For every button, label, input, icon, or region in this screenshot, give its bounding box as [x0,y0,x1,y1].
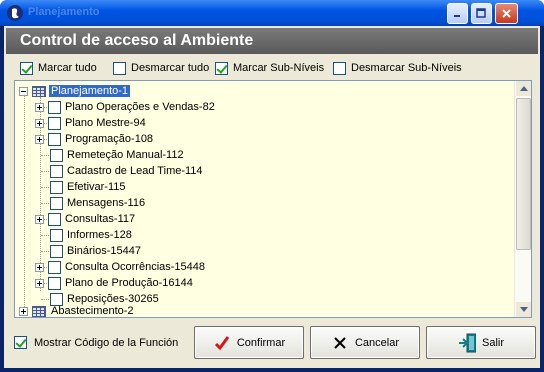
page-title: Control de acceso al Ambiente [20,32,254,49]
tree-node-label[interactable]: Plano de Produção-16144 [65,277,193,289]
expand-icon[interactable] [35,102,44,112]
app-icon [7,5,23,21]
cross-icon [331,334,349,352]
expand-icon[interactable] [19,306,28,316]
tree-node[interactable]: Programação-108 [35,131,153,147]
checkmark-icon [213,334,231,352]
show-code-option[interactable]: Mostrar Código de la Función [14,336,178,349]
mark-sub-label: Marcar Sub-Níveis [233,62,325,74]
scroll-thumb[interactable] [516,98,531,250]
title-bar[interactable]: Planejamento [0,0,544,26]
unmark-sub-option[interactable]: Desmarcar Sub-Níveis [333,60,462,76]
expand-icon[interactable] [35,134,44,144]
window-title: Planejamento [28,6,100,18]
tree-node[interactable]: Efetivar-115 [35,179,126,195]
tree-node-checkbox[interactable] [50,180,63,194]
tree-node-checkbox[interactable] [48,132,61,146]
tree-root-label[interactable]: Planejamento-1 [49,85,131,97]
maximize-button[interactable] [471,3,492,24]
tree-node-checkbox[interactable] [50,196,63,210]
close-button[interactable] [495,3,518,24]
exit-label: Salir [481,336,504,349]
mark-all-option[interactable]: Marcar tudo [20,60,97,76]
show-code-label: Mostrar Código de la Función [34,336,179,349]
tree-node[interactable]: Remeteção Manual-112 [35,147,184,163]
tree-node[interactable]: Consulta Ocorrências-15448 [35,259,205,275]
tree-node-label[interactable]: Cadastro de Lead Time-114 [67,165,203,177]
chevron-up-icon [519,86,528,91]
tree-node-label[interactable]: Mensagens-116 [67,197,145,209]
tree-node[interactable]: Binários-15447 [35,243,141,259]
tree-node[interactable]: Plano Operações e Vendas-82 [35,99,215,115]
tree-view[interactable]: Planejamento-1 Plano Operações e Vendas-… [15,81,515,317]
exit-button[interactable]: Salir [426,326,536,359]
unmark-sub-label: Desmarcar Sub-Níveis [351,62,462,74]
app-window: Planejamento Control de acceso al Ambien… [0,0,544,372]
tree-root-label[interactable]: Abastecimento-2 [49,305,136,317]
show-code-checkbox[interactable] [14,336,27,349]
tree-node-label[interactable]: Binários-15447 [67,245,141,257]
unmark-all-label: Desmarcar tudo [131,62,210,74]
close-icon [502,9,511,18]
tree-node-checkbox[interactable] [48,116,61,130]
exit-door-icon [458,333,476,352]
minimize-icon [454,15,460,17]
mark-all-checkbox[interactable] [20,61,33,75]
tree-node-checkbox[interactable] [48,276,61,290]
grid-icon [32,85,46,97]
unmark-all-checkbox[interactable] [113,61,126,75]
tree-node-checkbox[interactable] [48,100,61,114]
confirm-label: Confirmar [236,336,286,349]
minimize-button[interactable] [447,3,468,24]
header-band: Control de acceso al Ambiente [6,28,538,54]
dialog-body: Control de acceso al Ambiente Marcar tud… [4,26,540,368]
chevron-down-icon [519,307,528,312]
mark-all-label: Marcar tudo [38,62,97,74]
tree-node-label[interactable]: Informes-128 [67,229,132,241]
vertical-scrollbar[interactable] [514,81,531,317]
tree-node-label[interactable]: Remeteção Manual-112 [67,149,184,161]
unmark-all-option[interactable]: Desmarcar tudo [113,60,209,76]
tree-node[interactable]: Consultas-117 [35,211,135,227]
tree-node-label[interactable]: Plano Mestre-94 [65,117,146,129]
tree-node[interactable]: Mensagens-116 [35,195,145,211]
tree-node-checkbox[interactable] [50,148,63,162]
tree-node-label[interactable]: Consultas-117 [65,213,135,225]
tree-node[interactable]: Cadastro de Lead Time-114 [35,163,203,179]
cancel-button[interactable]: Cancelar [310,326,420,359]
scroll-up-button[interactable] [516,81,531,96]
tree-node[interactable]: Plano de Produção-16144 [35,275,193,291]
footer-bar: Mostrar Código de la Función Confirmar C… [8,322,536,364]
tree-node-label[interactable]: Plano Operações e Vendas-82 [65,101,215,113]
tree-connector [24,91,25,307]
tree-node-label[interactable]: Programação-108 [65,133,153,145]
tree-node-label[interactable]: Efetivar-115 [67,181,126,193]
expand-icon[interactable] [35,278,44,288]
expand-icon[interactable] [35,118,44,128]
grid-icon [32,305,46,317]
unmark-sub-checkbox[interactable] [333,61,346,75]
maximize-icon [476,8,486,18]
tree-node-checkbox[interactable] [48,212,61,226]
tree-root-abastecimento[interactable]: Abastecimento-2 [19,303,136,317]
mark-sub-option[interactable]: Marcar Sub-Níveis [215,60,324,76]
scroll-down-button[interactable] [516,302,531,317]
tree-node-checkbox[interactable] [50,244,63,258]
mark-sub-checkbox[interactable] [215,61,228,75]
confirm-button[interactable]: Confirmar [194,326,304,359]
tree-root-planejamento[interactable]: Planejamento-1 [19,83,131,99]
expand-icon[interactable] [35,262,44,272]
cancel-label: Cancelar [354,336,400,349]
expand-icon[interactable] [35,214,44,224]
tree-node-checkbox[interactable] [50,164,63,178]
tree-node[interactable]: Plano Mestre-94 [35,115,146,131]
access-tree[interactable]: Planejamento-1 Plano Operações e Vendas-… [14,80,532,318]
tree-node-label[interactable]: Consulta Ocorrências-15448 [65,261,205,273]
collapse-icon[interactable] [19,86,28,96]
tree-node-checkbox[interactable] [50,228,63,242]
tree-node-checkbox[interactable] [48,260,61,274]
tree-node[interactable]: Informes-128 [35,227,132,243]
